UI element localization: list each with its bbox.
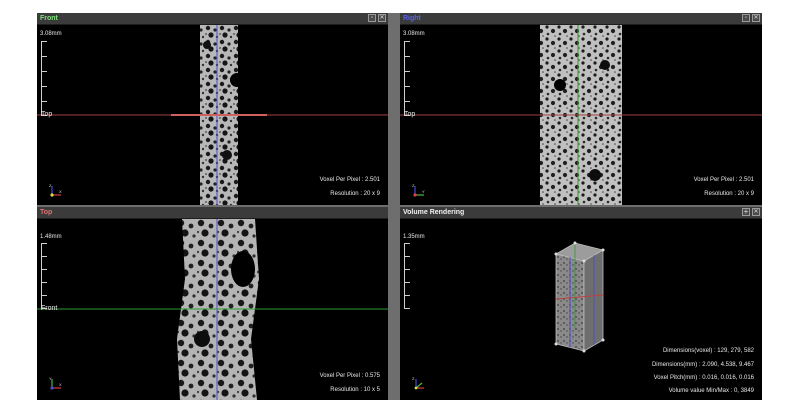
scale-bar-label: 1.35mm [403,234,425,240]
right-slice-view[interactable]: 3.08mm Top Z Y Voxel Per Pixel : 2.501 R… [400,25,762,205]
svg-text:Y: Y [49,376,52,381]
orientation-axes-icon: Z Y [412,183,425,197]
close-icon[interactable]: ✕ [752,208,760,216]
top-slice-view[interactable]: 1.48mm Front Y X Voxel Per Pixel : 0.575… [37,219,388,400]
maximize-icon[interactable]: + [742,208,750,216]
resolution-text: Resolution : 10 x 5 [330,387,380,393]
voxel-per-pixel-text: Voxel Per Pixel : 2.501 [693,177,754,183]
scale-bar-label: 3.08mm [40,31,62,37]
scale-bar-label: 1.48mm [40,234,62,240]
reference-line-label: Top [41,111,53,118]
close-icon[interactable]: ✕ [752,14,760,22]
close-icon[interactable]: ✕ [378,14,386,22]
right-view-pane[interactable]: Right ▫ ✕ 3.08mm Top Z Y Voxel Per Pixel… [400,13,762,205]
orientation-axes-icon: Z [412,376,424,390]
pane-title-front: Front [40,15,58,22]
volume-render-view[interactable]: 1.35mm Z Dimensions(voxel) : 129, 279, 5… [400,219,762,400]
svg-text:X: X [59,189,62,194]
pane-header: Top [37,207,388,219]
pane-title-top: Top [40,209,53,216]
svg-text:X: X [59,382,62,387]
scale-bar [404,41,412,116]
svg-text:Y: Y [422,189,425,194]
dimensions-voxel-text: Dimensions(voxel) : 129, 279, 582 [662,348,754,354]
orientation-axes-icon: Y X [49,376,62,390]
pane-header: Right ▫ ✕ [400,13,762,25]
reference-line-label: Front [41,305,58,312]
scale-bar [404,243,412,309]
scale-bar [41,243,49,309]
volume-render-image [554,241,605,353]
resolution-text: Resolution : 20 x 9 [704,191,754,197]
voxel-per-pixel-text: Voxel Per Pixel : 0.575 [319,373,380,379]
restore-icon[interactable]: ▫ [742,14,750,22]
voxel-pitch-text: Voxel Pitch(mm) : 0.016, 0.016, 0.016 [653,375,754,381]
pane-title-volume: Volume Rendering [403,209,465,216]
resolution-text: Resolution : 20 x 9 [330,191,380,197]
orientation-axes-icon: Z X [49,183,62,197]
svg-text:Z: Z [412,376,415,381]
dimensions-mm-text: Dimensions(mm) : 2.090, 4.538, 9.467 [651,362,754,368]
voxel-per-pixel-text: Voxel Per Pixel : 2.501 [319,177,380,183]
scale-bar-label: 3.08mm [403,31,425,37]
pane-title-right: Right [403,15,421,22]
volume-rendering-pane[interactable]: Volume Rendering + ✕ 1.35mm Z Dimensions… [400,207,762,400]
reference-line-label: Top [404,111,416,118]
ct-viewer: Front ▫ ✕ 3.08mm Top Z X Voxel Per Pixel… [37,13,762,400]
scale-bar [41,41,49,116]
front-view-pane[interactable]: Front ▫ ✕ 3.08mm Top Z X Voxel Per Pixel… [37,13,388,205]
top-view-pane[interactable]: Top 1.48mm Front Y X Voxel Per Pixel: 0… [37,207,388,400]
pane-header: Front ▫ ✕ [37,13,388,25]
front-slice-view[interactable]: 3.08mm Top Z X Voxel Per Pixel : 2.501 R… [37,25,388,205]
restore-icon[interactable]: ▫ [368,14,376,22]
pane-header: Volume Rendering + ✕ [400,207,762,219]
volume-min-max-text: Volume value Min/Max : 0, 3849 [668,388,754,394]
